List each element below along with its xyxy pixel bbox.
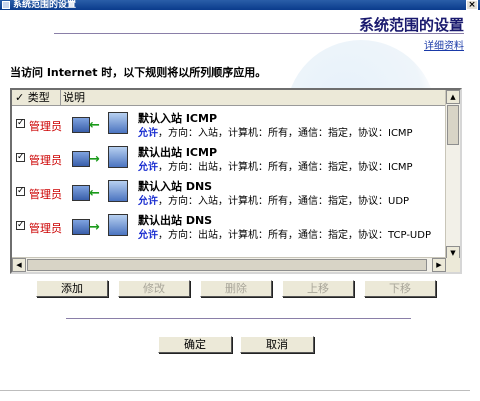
window-title: 系统范围的设置 xyxy=(13,0,77,10)
rule-description: 允许，方向：入站，计算机：所有，通信：指定，协议：UDP xyxy=(138,192,409,207)
rule-row[interactable]: ✓ 管理员 ← 默认入站 DNS 允许，方向：入站，计算机：所有，通信：指定，协… xyxy=(12,176,446,208)
network-icon xyxy=(108,112,128,134)
horizontal-scrollbar[interactable]: ◀ ▶ xyxy=(12,257,446,272)
vertical-scroll-thumb[interactable] xyxy=(447,105,459,145)
app-icon xyxy=(2,1,10,9)
rule-details: ，方向：入站，计算机：所有，通信：指定，协议：ICMP xyxy=(158,128,413,139)
move-up-button[interactable]: 上移 xyxy=(282,280,354,297)
rule-action: 允许 xyxy=(138,196,158,207)
rule-checkbox[interactable]: ✓ xyxy=(16,221,25,230)
network-icon xyxy=(108,214,128,236)
scroll-corner xyxy=(446,258,460,272)
rule-description: 允许，方向：入站，计算机：所有，通信：指定，协议：ICMP xyxy=(138,124,413,139)
vertical-scrollbar[interactable]: ▲ ▼ xyxy=(445,90,460,260)
rule-description: 允许，方向：出站，计算机：所有，通信：指定，协议：TCP-UDP xyxy=(138,226,431,241)
direction-arrow-icon: ← xyxy=(89,186,100,201)
title-bar: 系统范围的设置 × xyxy=(0,0,480,10)
computer-icon xyxy=(72,117,90,133)
details-link[interactable]: 详细资料 xyxy=(424,37,464,52)
close-button[interactable]: × xyxy=(466,0,478,10)
rule-row[interactable]: ✓ 管理员 → 默认出站 DNS 允许，方向：出站，计算机：所有，通信：指定，协… xyxy=(12,210,446,242)
rule-owner: 管理员 xyxy=(29,154,62,167)
cancel-button[interactable]: 取消 xyxy=(240,336,314,353)
rule-row[interactable]: ✓ 管理员 → 默认出站 ICMP 允许，方向：出站，计算机：所有，通信：指定，… xyxy=(12,142,446,174)
footer-divider xyxy=(66,318,411,319)
window-bottom-border xyxy=(0,390,470,391)
rule-owner: 管理员 xyxy=(29,222,62,235)
rule-action: 允许 xyxy=(138,230,158,241)
rule-owner: 管理员 xyxy=(29,120,62,133)
column-header-description[interactable]: 说明 xyxy=(63,90,85,105)
direction-arrow-icon: → xyxy=(89,220,100,235)
computer-icon xyxy=(72,185,90,201)
add-button[interactable]: 添加 xyxy=(36,280,108,297)
column-header-type[interactable]: ✓ 类型 xyxy=(12,90,61,105)
network-icon xyxy=(108,146,128,168)
remove-button[interactable]: 删除 xyxy=(200,280,272,297)
rule-action: 允许 xyxy=(138,162,158,173)
network-icon xyxy=(108,180,128,202)
rule-description: 允许，方向：出站，计算机：所有，通信：指定，协议：ICMP xyxy=(138,158,413,173)
header-divider xyxy=(54,33,464,34)
direction-arrow-icon: → xyxy=(89,152,100,167)
page-title: 系统范围的设置 xyxy=(358,16,464,34)
settings-window: 系统范围的设置 × 系统范围的设置 详细资料 当访问 Internet 时，以下… xyxy=(0,0,480,390)
list-header: ✓ 类型 说明 xyxy=(12,90,446,106)
horizontal-scroll-thumb[interactable] xyxy=(27,259,427,271)
rule-details: ，方向：出站，计算机：所有，通信：指定，协议：TCP-UDP xyxy=(158,230,431,241)
scroll-right-icon[interactable]: ▶ xyxy=(432,258,446,272)
rule-checkbox[interactable]: ✓ xyxy=(16,119,25,128)
computer-icon xyxy=(72,219,90,235)
computer-icon xyxy=(72,151,90,167)
edit-button[interactable]: 修改 xyxy=(118,280,190,297)
rule-checkbox[interactable]: ✓ xyxy=(16,187,25,196)
ok-button[interactable]: 确定 xyxy=(158,336,232,353)
rule-checkbox[interactable]: ✓ xyxy=(16,153,25,162)
rules-list[interactable]: ✓ 类型 说明 ✓ 管理员 ← 默认入站 ICMP 允许，方向：入站，计算机：所… xyxy=(10,88,462,274)
direction-arrow-icon: ← xyxy=(89,118,100,133)
move-down-button[interactable]: 下移 xyxy=(364,280,436,297)
instruction-text: 当访问 Internet 时，以下规则将以所列顺序应用。 xyxy=(10,66,267,79)
rule-owner: 管理员 xyxy=(29,188,62,201)
rule-action: 允许 xyxy=(138,128,158,139)
scroll-up-icon[interactable]: ▲ xyxy=(446,90,460,104)
scroll-left-icon[interactable]: ◀ xyxy=(12,258,26,272)
rule-details: ，方向：入站，计算机：所有，通信：指定，协议：UDP xyxy=(158,196,410,207)
column-type-label: 类型 xyxy=(27,91,50,104)
rule-row[interactable]: ✓ 管理员 ← 默认入站 ICMP 允许，方向：入站，计算机：所有，通信：指定，… xyxy=(12,108,446,140)
rule-details: ，方向：出站，计算机：所有，通信：指定，协议：ICMP xyxy=(158,162,413,173)
